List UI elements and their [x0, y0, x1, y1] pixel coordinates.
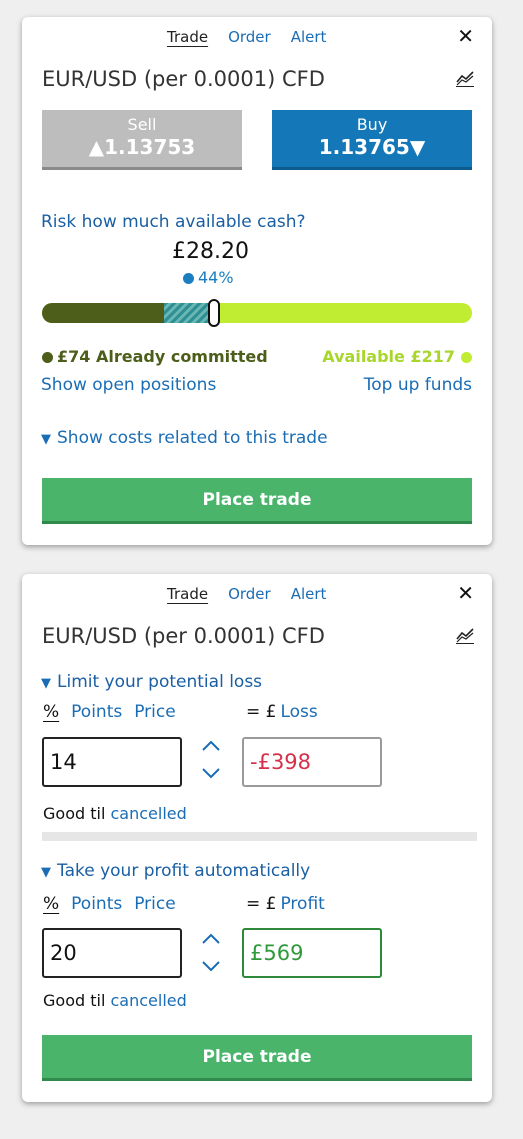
stop-mode-selector: % Points Price: [43, 702, 188, 722]
stop-result-label[interactable]: Loss: [280, 702, 317, 722]
limit-mode-price[interactable]: Price: [134, 894, 175, 914]
trade-ticket-panel: Trade Order Alert ✕ EUR/USD (per 0.0001)…: [22, 574, 492, 1102]
take-profit-toggle[interactable]: ▼ Take your profit automatically: [41, 861, 310, 881]
buy-price: 1.13765▼: [318, 135, 426, 159]
limit-good-til-label: Good til: [43, 991, 106, 1010]
take-profit-heading: Take your profit automatically: [57, 861, 311, 881]
trade-ticket-panel: Trade Order Alert ✕ EUR/USD (per 0.0001)…: [22, 17, 492, 545]
buy-button[interactable]: Buy 1.13765▼: [272, 110, 472, 170]
chart-icon[interactable]: [456, 69, 474, 87]
risk-slider-track[interactable]: [42, 303, 472, 323]
limit-mode-selector: % Points Price: [43, 894, 188, 914]
ticket-tabs: Trade Order Alert: [167, 28, 346, 46]
committed-funds: £74 Already committed: [42, 347, 268, 366]
stop-loss-heading: Limit your potential loss: [57, 672, 263, 692]
stop-good-til: Good til cancelled: [43, 804, 187, 823]
chart-icon[interactable]: [456, 626, 474, 644]
limit-value-input[interactable]: 20: [42, 928, 182, 978]
chevron-up-icon[interactable]: [200, 739, 222, 753]
stop-loss-result: -£398: [242, 737, 382, 787]
tab-trade[interactable]: Trade: [167, 28, 208, 46]
tab-trade[interactable]: Trade: [167, 585, 208, 603]
show-costs-label: Show costs related to this trade: [57, 428, 328, 448]
risk-question: Risk how much available cash?: [41, 212, 306, 232]
stop-good-til-link[interactable]: cancelled: [110, 804, 186, 823]
instrument-title: EUR/USD (per 0.0001) CFD: [42, 624, 325, 648]
section-divider: [42, 832, 477, 841]
available-label: Available £217: [322, 347, 455, 366]
sell-label: Sell: [127, 115, 157, 134]
stop-mode-points[interactable]: Points: [71, 702, 122, 722]
risk-dot-icon: [183, 273, 194, 284]
stop-loss-toggle[interactable]: ▼ Limit your potential loss: [41, 672, 262, 692]
close-icon[interactable]: ✕: [457, 583, 474, 603]
show-costs-toggle[interactable]: ▼ Show costs related to this trade: [41, 428, 328, 448]
take-profit-result: £569: [242, 928, 382, 978]
limit-mode-points[interactable]: Points: [71, 894, 122, 914]
instrument-title: EUR/USD (per 0.0001) CFD: [42, 67, 325, 91]
sell-button[interactable]: Sell ▲1.13753: [42, 110, 242, 170]
stop-value-input[interactable]: 14: [42, 737, 182, 787]
limit-result-label[interactable]: Profit: [280, 894, 324, 914]
triangle-down-icon: ▼: [41, 676, 51, 691]
stop-eq-sign: = £: [246, 702, 277, 722]
tab-alert[interactable]: Alert: [291, 28, 327, 46]
stop-mode-price[interactable]: Price: [134, 702, 175, 722]
risk-percent: 44%: [183, 268, 234, 287]
place-trade-button[interactable]: Place trade: [42, 1035, 472, 1081]
limit-mode-percent[interactable]: %: [43, 894, 59, 914]
stop-mode-percent[interactable]: %: [43, 702, 59, 722]
risk-segment: [164, 303, 214, 323]
limit-result-header: = £ Profit: [246, 894, 325, 914]
risk-percent-value: 44%: [198, 268, 234, 287]
top-up-funds-link[interactable]: Top up funds: [364, 375, 472, 395]
committed-segment: [42, 303, 164, 323]
risk-amount: £28.20: [172, 239, 249, 264]
stop-result-header: = £ Loss: [246, 702, 318, 722]
close-icon[interactable]: ✕: [457, 26, 474, 46]
available-dot-icon: [461, 352, 472, 363]
limit-good-til: Good til cancelled: [43, 991, 187, 1010]
place-trade-button[interactable]: Place trade: [42, 478, 472, 524]
limit-eq-sign: = £: [246, 894, 277, 914]
committed-label: £74 Already committed: [57, 347, 268, 366]
tab-order[interactable]: Order: [228, 585, 271, 603]
triangle-down-icon: ▼: [41, 432, 51, 447]
committed-dot-icon: [42, 352, 53, 363]
chevron-up-icon[interactable]: [200, 932, 222, 946]
sell-price: ▲1.13753: [88, 135, 196, 159]
chevron-down-icon[interactable]: [200, 959, 222, 973]
ticket-tabs: Trade Order Alert: [167, 585, 346, 603]
triangle-down-icon: ▼: [41, 865, 51, 880]
chevron-down-icon[interactable]: [200, 766, 222, 780]
buy-label: Buy: [356, 115, 388, 134]
show-open-positions-link[interactable]: Show open positions: [41, 375, 216, 395]
available-funds: Available £217: [322, 347, 472, 366]
risk-slider-handle[interactable]: [208, 299, 220, 327]
tab-order[interactable]: Order: [228, 28, 271, 46]
limit-good-til-link[interactable]: cancelled: [110, 991, 186, 1010]
tab-alert[interactable]: Alert: [291, 585, 327, 603]
stop-good-til-label: Good til: [43, 804, 106, 823]
